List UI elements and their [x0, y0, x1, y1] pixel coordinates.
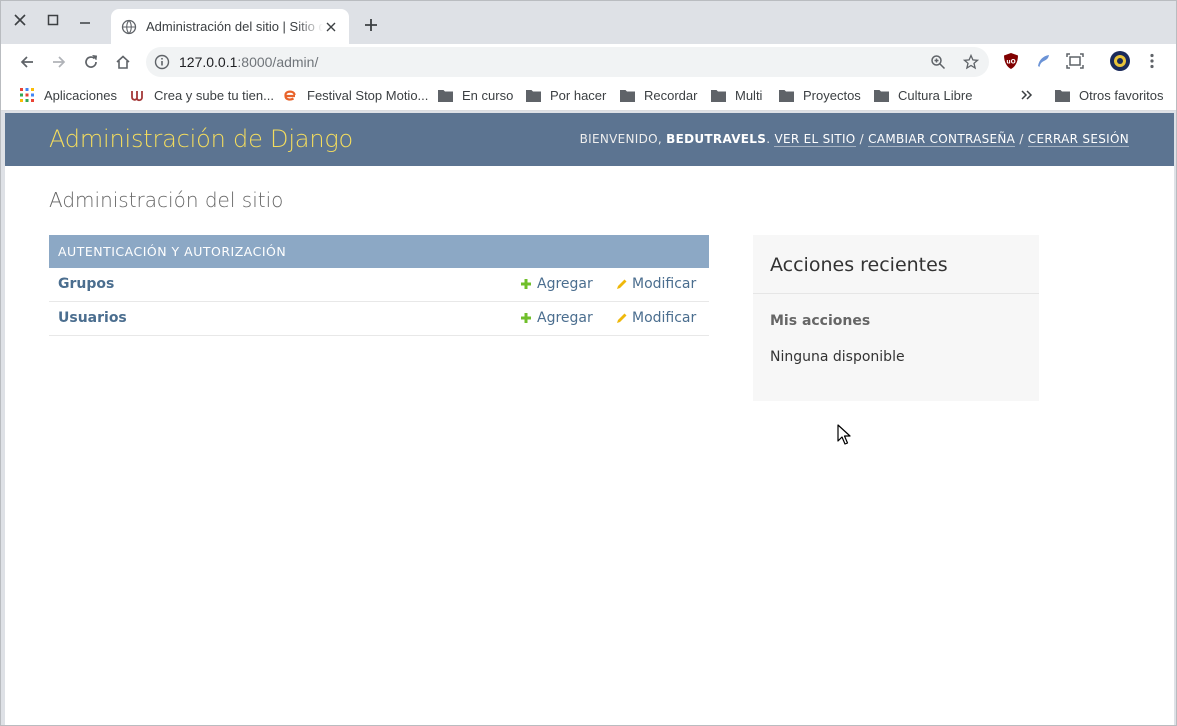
model-link-usuarios[interactable]: Usuarios [58, 310, 127, 326]
udemy-icon [129, 87, 145, 103]
maximize-window-icon[interactable] [42, 9, 64, 31]
change-password-link[interactable]: CAMBIAR CONTRASEÑA [868, 132, 1016, 147]
pencil-icon [614, 311, 628, 325]
bookmark-label: Multi [735, 87, 763, 103]
folder-icon [1054, 87, 1070, 103]
divider [753, 293, 1039, 294]
tab-title: Administración del sitio | Sitio de admi… [146, 19, 324, 34]
bookmark-folder-proyectos[interactable]: Proyectos [778, 86, 861, 104]
svg-text:uO: uO [1006, 59, 1015, 66]
bookmark-label: Crea y sube tu tien... [154, 87, 274, 103]
folder-icon [778, 87, 794, 103]
admin-header: Administración de Django BIENVENIDO, BED… [5, 113, 1174, 166]
globe-icon [121, 19, 137, 35]
no-actions-text: Ninguna disponible [770, 349, 905, 365]
zoom-icon[interactable] [930, 54, 946, 70]
feather-extension-icon[interactable] [1034, 52, 1052, 70]
table-row: Usuarios Agregar Modificar [49, 302, 709, 336]
username: BEDUTRAVELS [666, 132, 767, 146]
table-row: Grupos Agregar Modificar [49, 268, 709, 302]
bookmark-folder-por-hacer[interactable]: Por hacer [525, 86, 606, 104]
url-path: :8000/admin/ [237, 54, 319, 70]
folder-icon [619, 87, 635, 103]
cast-icon[interactable] [1066, 52, 1084, 70]
change-label: Modificar [632, 310, 697, 326]
ublock-icon[interactable]: uO [1002, 52, 1020, 70]
bookmark-festival[interactable]: Festival Stop Motio... [282, 86, 428, 104]
folder-icon [710, 87, 726, 103]
page-title: Administración del sitio [49, 188, 284, 212]
recent-actions-title: Acciones recientes [770, 254, 948, 276]
separator: / [859, 132, 865, 146]
bookmark-label: En curso [462, 87, 514, 103]
add-label: Agregar [537, 276, 593, 292]
separator: / [1019, 132, 1024, 146]
add-label: Agregar [537, 310, 593, 326]
module-caption[interactable]: AUTENTICACIÓN Y AUTORIZACIÓN [49, 235, 709, 268]
address-bar[interactable]: 127.0.0.1:8000/admin/ [146, 47, 989, 77]
bookmark-label: Otros favoritos [1079, 87, 1164, 103]
logout-link[interactable]: CERRAR SESIÓN [1027, 132, 1129, 147]
bookmark-label: Por hacer [550, 87, 607, 103]
folder-icon [525, 87, 541, 103]
new-tab-icon[interactable] [361, 15, 381, 35]
apps-grid-icon [19, 87, 35, 103]
e-logo-icon [282, 87, 298, 103]
bookmark-udemy[interactable]: Crea y sube tu tien... [129, 86, 274, 104]
view-site-link[interactable]: VER EL SITIO [774, 132, 856, 147]
bookmark-label: Festival Stop Motio... [307, 87, 429, 103]
add-grupos-button[interactable]: Agregar [519, 276, 593, 292]
forward-icon[interactable] [47, 50, 71, 74]
tab-close-icon[interactable] [323, 19, 339, 35]
bookmark-folder-recordar[interactable]: Recordar [619, 86, 697, 104]
url-host: 127.0.0.1 [179, 54, 238, 70]
user-tools: BIENVENIDO, BEDUTRAVELS. VER EL SITIO / … [579, 132, 1129, 147]
menu-dots-icon[interactable] [1143, 52, 1161, 70]
bookmarks-bar: Aplicaciones Crea y sube tu tien... Fest… [1, 79, 1176, 111]
home-icon[interactable] [111, 50, 135, 74]
bookmark-star-icon[interactable] [962, 53, 980, 70]
plus-icon [519, 311, 533, 325]
browser-tab[interactable]: Administración del sitio | Sitio de admi… [111, 9, 349, 44]
profile-avatar-icon[interactable] [1109, 50, 1131, 72]
browser-window: Administración del sitio | Sitio de admi… [0, 0, 1177, 726]
add-usuarios-button[interactable]: Agregar [519, 310, 593, 326]
minimize-window-icon[interactable] [74, 9, 96, 31]
site-info-icon[interactable] [154, 54, 170, 70]
reload-icon[interactable] [79, 50, 103, 74]
recent-actions-panel: Acciones recientes Mis acciones Ninguna … [753, 235, 1039, 401]
url-text: 127.0.0.1:8000/admin/ [179, 54, 318, 70]
bookmark-other-favorites[interactable]: Otros favoritos [1054, 86, 1164, 104]
folder-icon [873, 87, 889, 103]
bookmark-label: Aplicaciones [44, 87, 117, 103]
admin-page: Administración de Django BIENVENIDO, BED… [5, 113, 1174, 725]
folder-icon [437, 87, 453, 103]
mouse-cursor-icon [837, 424, 851, 446]
bookmark-apps[interactable]: Aplicaciones [19, 86, 117, 104]
model-link-grupos[interactable]: Grupos [58, 276, 114, 292]
change-usuarios-button[interactable]: Modificar [614, 310, 696, 326]
plus-icon [519, 277, 533, 291]
my-actions-heading: Mis acciones [770, 313, 871, 329]
bookmark-folder-en-curso[interactable]: En curso [437, 86, 513, 104]
change-label: Modificar [632, 276, 697, 292]
tab-strip: Administración del sitio | Sitio de admi… [1, 1, 1176, 44]
bookmark-folder-multi[interactable]: Multi [710, 86, 762, 104]
close-window-icon[interactable] [9, 9, 31, 31]
browser-toolbar: 127.0.0.1:8000/admin/ uO [1, 44, 1176, 79]
bookmark-label: Proyectos [803, 87, 861, 103]
bookmarks-overflow-chevron-icon[interactable] [1021, 86, 1033, 104]
site-branding[interactable]: Administración de Django [49, 125, 353, 153]
bookmark-label: Recordar [644, 87, 698, 103]
welcome-text: BIENVENIDO, [579, 132, 663, 146]
app-module-auth: AUTENTICACIÓN Y AUTORIZACIÓN Grupos Agre… [49, 235, 709, 336]
pencil-icon [614, 277, 628, 291]
change-grupos-button[interactable]: Modificar [614, 276, 696, 292]
back-icon[interactable] [15, 50, 39, 74]
bookmark-label: Cultura Libre [898, 87, 973, 103]
bookmark-folder-cultura-libre[interactable]: Cultura Libre [873, 86, 972, 104]
